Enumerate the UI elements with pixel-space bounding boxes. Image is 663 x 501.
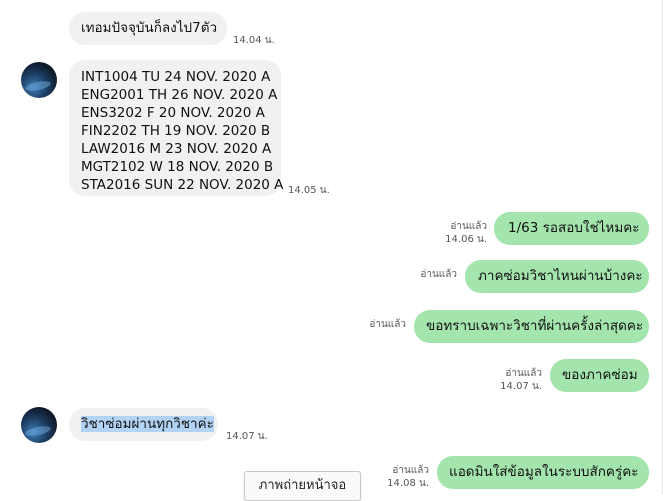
message-line: INT1004 TU 24 NOV. 2020 A bbox=[81, 69, 271, 85]
screenshot-button[interactable]: ภาพถ่ายหน้าจอ bbox=[244, 471, 361, 501]
incoming-message[interactable]: วิชาซ่อมผ่านทุกวิชาค่ะ bbox=[69, 408, 218, 441]
sender-avatar[interactable] bbox=[21, 407, 57, 443]
outgoing-message[interactable]: 1/63 รอสอบใช่ไหมคะ bbox=[494, 212, 649, 245]
outgoing-message[interactable]: ของภาคซ่อม bbox=[550, 359, 649, 392]
incoming-message[interactable]: INT1004 TU 24 NOV. 2020 A ENG2001 TH 26 … bbox=[69, 60, 284, 196]
message-time: 14.05 น. bbox=[288, 185, 330, 196]
chat-message-area[interactable]: เทอมปัจจุบันก็ลงไป7ตัว 14.04 น. INT1004 … bbox=[0, 0, 663, 501]
read-receipt: อ่านแล้ว bbox=[420, 269, 457, 280]
message-text: แอดมินใส่ข้อมูลในระบบสักครู่คะ bbox=[449, 464, 639, 480]
message-meta: อ่านแล้ว 14.08 น. bbox=[367, 464, 429, 490]
sender-avatar[interactable] bbox=[21, 62, 57, 98]
message-text: 1/63 รอสอบใช่ไหมคะ bbox=[508, 220, 640, 236]
message-line: ENG2001 TH 26 NOV. 2020 A bbox=[81, 87, 278, 103]
message-text: ขอทราบเฉพาะวิชาที่ผ่านครั้งล่าสุดคะ bbox=[426, 318, 644, 334]
incoming-message[interactable]: เทอมปัจจุบันก็ลงไป7ตัว bbox=[69, 12, 227, 45]
outgoing-message[interactable]: ภาคซ่อมวิชาไหนผ่านบ้างคะ bbox=[465, 260, 649, 293]
outgoing-message[interactable]: แอดมินใส่ข้อมูลในระบบสักครู่คะ bbox=[437, 456, 649, 489]
message-text: เทอมปัจจุบันก็ลงไป7ตัว bbox=[81, 20, 218, 36]
message-line: MGT2102 W 18 NOV. 2020 B bbox=[81, 159, 274, 175]
outgoing-message[interactable]: ขอทราบเฉพาะวิชาที่ผ่านครั้งล่าสุดคะ bbox=[414, 310, 649, 343]
message-meta: อ่านแล้ว 14.07 น. bbox=[480, 367, 542, 393]
message-meta: อ่านแล้ว bbox=[395, 268, 457, 281]
message-meta: อ่านแล้ว bbox=[344, 318, 406, 331]
message-time: 14.07 น. bbox=[226, 431, 268, 442]
message-time: 14.07 น. bbox=[500, 381, 542, 392]
message-line: LAW2016 M 23 NOV. 2020 A bbox=[81, 141, 272, 157]
read-receipt: อ่านแล้ว bbox=[450, 221, 487, 232]
message-time: 14.08 น. bbox=[387, 478, 429, 489]
message-text: ของภาคซ่อม bbox=[562, 367, 638, 383]
read-receipt: อ่านแล้ว bbox=[392, 465, 429, 476]
message-text: ภาคซ่อมวิชาไหนผ่านบ้างคะ bbox=[478, 268, 643, 284]
message-line: ENS3202 F 20 NOV. 2020 A bbox=[81, 105, 265, 121]
message-line: STA2016 SUN 22 NOV. 2020 A bbox=[81, 177, 284, 193]
message-time: 14.04 น. bbox=[233, 35, 275, 46]
message-text-selected: วิชาซ่อมผ่านทุกวิชาค่ะ bbox=[81, 416, 214, 432]
read-receipt: อ่านแล้ว bbox=[369, 319, 406, 330]
message-line: FIN2202 TH 19 NOV. 2020 B bbox=[81, 123, 271, 139]
message-time: 14.06 น. bbox=[445, 234, 487, 245]
read-receipt: อ่านแล้ว bbox=[505, 368, 542, 379]
screenshot-button-label: ภาพถ่ายหน้าจอ bbox=[258, 478, 347, 493]
message-meta: อ่านแล้ว 14.06 น. bbox=[425, 220, 487, 246]
